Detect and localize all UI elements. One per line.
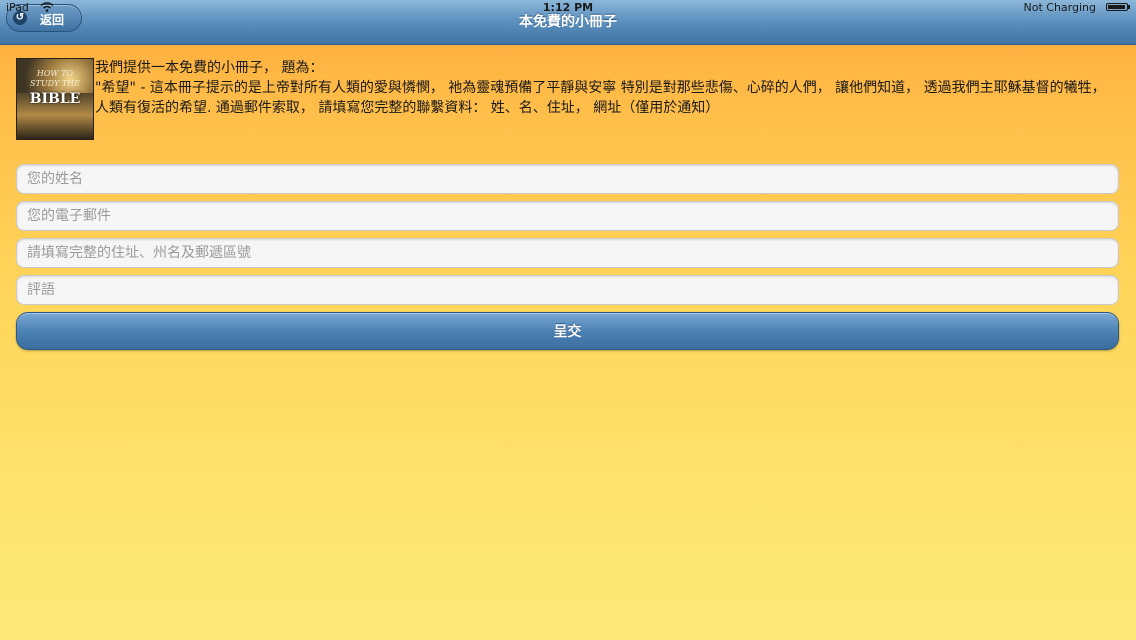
comment-input[interactable] bbox=[16, 275, 1119, 305]
submit-button[interactable]: 呈交 bbox=[16, 312, 1119, 350]
email-input[interactable] bbox=[16, 201, 1119, 231]
cover-line-1: HOW TO bbox=[36, 69, 74, 78]
booklet-cover-image: HOW TO STUDY THE BIBLE bbox=[16, 58, 94, 140]
cover-line-2: STUDY THE bbox=[30, 79, 80, 88]
name-input[interactable] bbox=[16, 164, 1119, 194]
battery-icon bbox=[1106, 3, 1130, 11]
page-title: 本免費的小冊子 bbox=[519, 14, 617, 30]
status-time: 1:12 PM bbox=[542, 1, 594, 14]
charging-status: Not Charging bbox=[1023, 1, 1096, 14]
intro-heading: 我們提供一本免費的小冊子， 題為： bbox=[95, 60, 324, 76]
address-input[interactable] bbox=[16, 238, 1119, 268]
intro-description: "希望" - 這本冊子提示的是上帝對所有人類的愛與憐憫， 祂為靈魂預備了平靜與安… bbox=[95, 80, 1106, 116]
intro-text: 我們提供一本免費的小冊子， 題為： "希望" - 這本冊子提示的是上帝對所有人類… bbox=[95, 58, 1120, 118]
request-form: 呈交 bbox=[16, 164, 1119, 350]
intro-section: HOW TO STUDY THE BIBLE 我們提供一本免費的小冊子， 題為：… bbox=[16, 58, 1120, 140]
status-bar: iPad 1:12 PM Not Charging bbox=[0, 0, 1136, 14]
cover-title: BIBLE bbox=[29, 91, 81, 107]
